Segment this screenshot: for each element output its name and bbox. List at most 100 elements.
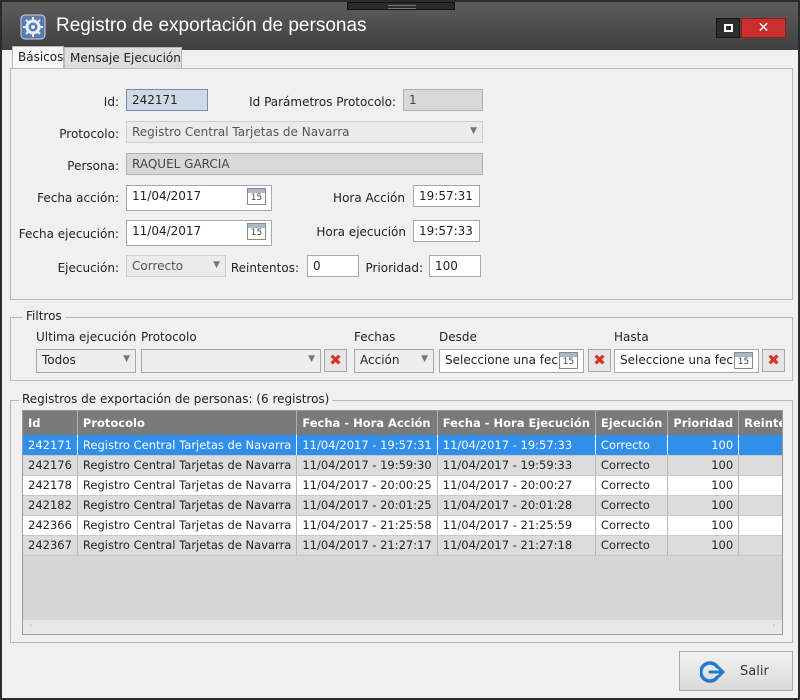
table-cell: 11/04/2017 - 19:57:31 <box>296 435 438 456</box>
resize-grip[interactable] <box>347 2 455 10</box>
table-cell: Registro Central Tarjetas de Navarra <box>77 495 298 516</box>
desde-picker[interactable]: Seleccione una fecha 15 <box>439 349 584 373</box>
fecha-accion-label: Fecha acción: <box>37 191 119 205</box>
protocolo-filter-select[interactable]: ▼ <box>141 349 321 373</box>
ultima-ejecucion-select[interactable]: Todos ▼ <box>36 349 136 373</box>
table-cell: 242171 <box>23 435 78 456</box>
column-header[interactable]: Reintentos <box>738 411 782 435</box>
scroll-right-icon[interactable]: › <box>772 621 776 631</box>
table-row[interactable]: 242171 Registro Central Tarjetas de Navar… <box>23 435 782 456</box>
table-row[interactable]: 242366 Registro Central Tarjetas de Navar… <box>23 515 782 536</box>
window-title: Registro de exportación de personas <box>56 15 367 36</box>
hasta-placeholder: Seleccione una fecha <box>620 353 748 367</box>
desde-label: Desde <box>439 330 477 344</box>
table-row[interactable]: 242176 Registro Central Tarjetas de Navar… <box>23 455 782 476</box>
protocolo-filter-label: Protocolo <box>141 330 197 344</box>
table-cell: 11/04/2017 - 21:25:59 <box>437 515 596 536</box>
table-row[interactable]: 242178 Registro Central Tarjetas de Navar… <box>23 475 782 496</box>
ultima-ejecucion-value: Todos <box>42 353 76 367</box>
title-bar[interactable]: Registro de exportación de personas ✕ <box>2 2 798 50</box>
table-cell: 11/04/2017 - 21:27:17 <box>296 535 438 556</box>
table-cell: 11/04/2017 - 19:59:30 <box>296 455 438 476</box>
hora-ejecucion-label: Hora ejecución <box>316 225 406 239</box>
table-cell: Registro Central Tarjetas de Navarra <box>77 475 298 496</box>
exit-icon <box>700 661 725 683</box>
table-cell: 11/04/2017 - 20:01:28 <box>437 495 596 516</box>
dialog-window: Registro de exportación de personas ✕ Bá… <box>0 0 800 700</box>
column-header[interactable]: Fecha - Hora Ejecución <box>437 411 596 435</box>
protocolo-select[interactable]: Registro Central Tarjetas de Navarra ▼ <box>126 121 483 143</box>
hora-ejecucion-field[interactable]: 19:57:33 <box>413 220 480 242</box>
clear-hasta-button[interactable]: ✖ <box>762 349 785 372</box>
id-parametros-field[interactable]: 1 <box>403 89 483 111</box>
table-cell: 11/04/2017 - 20:01:25 <box>296 495 438 516</box>
table-cell: 100 <box>667 495 740 516</box>
hasta-picker[interactable]: Seleccione una fecha 15 <box>614 349 759 373</box>
calendar-icon[interactable]: 15 <box>559 352 578 369</box>
column-header[interactable]: Id <box>23 411 78 435</box>
clear-desde-button[interactable]: ✖ <box>588 349 611 372</box>
table-cell: 242176 <box>23 455 78 476</box>
table-cell: 100 <box>667 475 740 496</box>
fecha-ejecucion-picker[interactable]: 11/04/2017 15 <box>126 220 272 246</box>
chevron-down-icon: ▼ <box>421 354 428 364</box>
fecha-accion-picker[interactable]: 11/04/2017 15 <box>126 185 272 211</box>
column-header[interactable]: Ejecución <box>595 411 669 435</box>
fechas-value: Acción <box>360 353 400 367</box>
table-cell: Correcto <box>595 455 669 476</box>
calendar-icon[interactable]: 15 <box>247 223 266 240</box>
registros-title: Registros de exportación de personas: (6… <box>19 392 333 406</box>
table-cell: 11/04/2017 - 21:27:18 <box>437 535 596 556</box>
close-button[interactable]: ✕ <box>741 18 786 38</box>
filtros-title: Filtros <box>23 309 65 323</box>
header-row: Id Protocolo Fecha - Hora Acción Fecha -… <box>23 411 782 435</box>
ultima-ejecucion-label: Ultima ejecución <box>36 330 137 344</box>
maximize-button[interactable] <box>716 18 740 38</box>
chevron-down-icon: ▼ <box>213 260 220 270</box>
salir-label: Salir <box>740 664 769 679</box>
app-gear-icon <box>20 14 46 40</box>
column-header[interactable]: Protocolo <box>77 411 298 435</box>
table-cell: 242178 <box>23 475 78 496</box>
salir-button[interactable]: Salir <box>679 651 793 691</box>
scroll-left-icon[interactable]: ‹ <box>29 621 33 631</box>
table-cell: Correcto <box>595 495 669 516</box>
id-field[interactable]: 242171 <box>126 89 208 111</box>
clear-protocolo-button[interactable]: ✖ <box>324 349 347 372</box>
persona-field[interactable]: RAQUEL GARCIA <box>126 153 483 175</box>
table-cell: Registro Central Tarjetas de Navarra <box>77 435 298 456</box>
table-cell: Registro Central Tarjetas de Navarra <box>77 455 298 476</box>
registros-grid[interactable]: Id Protocolo Fecha - Hora Acción Fecha -… <box>22 410 783 635</box>
registros-group: Registros de exportación de personas: (6… <box>10 392 793 643</box>
table-cell: 0 <box>738 515 782 536</box>
tab-basicos[interactable]: Básicos <box>12 46 64 69</box>
fechas-label: Fechas <box>354 330 396 344</box>
basicos-panel: Id: 242171 Id Parámetros Protocolo: 1 Pr… <box>10 68 793 300</box>
horizontal-scrollbar[interactable]: ‹ › <box>23 620 782 634</box>
table-row[interactable]: 242182 Registro Central Tarjetas de Navar… <box>23 495 782 516</box>
table-cell: Correcto <box>595 515 669 536</box>
table-cell: 100 <box>667 435 740 456</box>
ejecucion-select[interactable]: Correcto ▼ <box>126 255 226 277</box>
tab-mensaje-ejecucion[interactable]: Mensaje Ejecución <box>64 47 182 68</box>
prioridad-field[interactable]: 100 <box>429 255 481 277</box>
fechas-select[interactable]: Acción ▼ <box>354 349 434 373</box>
table-cell: 11/04/2017 - 19:59:33 <box>437 455 596 476</box>
registros-table: Id Protocolo Fecha - Hora Acción Fecha -… <box>23 411 782 556</box>
table-cell: 0 <box>738 435 782 456</box>
calendar-icon[interactable]: 15 <box>247 188 266 205</box>
table-cell: 100 <box>667 535 740 556</box>
table-cell: Correcto <box>595 535 669 556</box>
protocolo-label: Protocolo: <box>59 127 119 141</box>
table-row[interactable]: 242367 Registro Central Tarjetas de Navar… <box>23 535 782 556</box>
hora-accion-field[interactable]: 19:57:31 <box>413 185 480 207</box>
table-cell: Registro Central Tarjetas de Navarra <box>77 515 298 536</box>
hasta-label: Hasta <box>614 330 649 344</box>
desde-placeholder: Seleccione una fecha <box>445 353 573 367</box>
chevron-down-icon: ▼ <box>308 354 315 364</box>
calendar-icon[interactable]: 15 <box>734 352 753 369</box>
table-cell: Correcto <box>595 475 669 496</box>
column-header[interactable]: Fecha - Hora Acción <box>296 411 438 435</box>
table-cell: 242367 <box>23 535 78 556</box>
column-header[interactable]: Prioridad <box>667 411 740 435</box>
